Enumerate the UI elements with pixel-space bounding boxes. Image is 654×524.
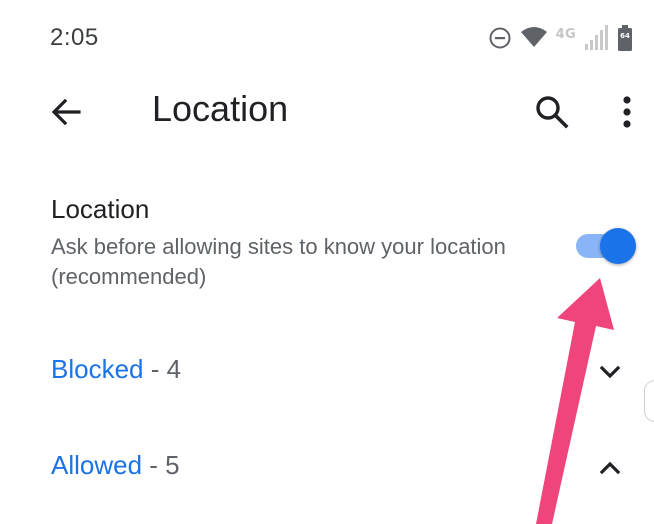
section-count-blocked: 4 — [166, 354, 182, 384]
battery-level: 64 — [620, 32, 630, 40]
blocked-section-header[interactable]: Blocked - 4 — [0, 340, 654, 400]
signal-icon — [584, 25, 610, 51]
battery-icon: 64 — [618, 25, 632, 51]
do-not-disturb-icon — [488, 26, 512, 50]
section-separator: - — [143, 354, 167, 384]
more-vert-icon — [623, 96, 631, 128]
edge-partial-element — [644, 380, 654, 422]
arrow-back-icon — [51, 98, 81, 126]
network-4g-icon: 4G — [555, 26, 576, 42]
status-icons: 4G 64 — [488, 24, 632, 52]
status-time: 2:05 — [50, 24, 99, 51]
section-label: Allowed - 5 — [51, 450, 180, 481]
section-name-blocked: Blocked — [51, 354, 144, 384]
location-setting-row[interactable]: Location Ask before allowing sites to kn… — [0, 190, 654, 300]
more-options-button[interactable] — [612, 90, 642, 134]
allowed-section-header[interactable]: Allowed - 5 — [0, 436, 654, 496]
chevron-down-icon — [599, 365, 621, 379]
back-button[interactable] — [46, 92, 86, 132]
setting-title: Location — [51, 194, 150, 224]
app-bar: Location — [0, 78, 654, 144]
section-separator: - — [142, 450, 166, 480]
setting-summary: Ask before allowing sites to know your l… — [51, 234, 506, 289]
location-toggle[interactable] — [574, 228, 636, 264]
wifi-icon — [520, 26, 548, 50]
status-bar: 2:05 4G 64 — [0, 0, 654, 78]
section-count-allowed: 5 — [165, 450, 180, 480]
chevron-up-icon — [599, 461, 621, 475]
section-name-allowed: Allowed — [51, 450, 143, 480]
search-icon — [536, 96, 569, 129]
search-button[interactable] — [532, 92, 572, 132]
toggle-thumb — [600, 228, 636, 264]
section-label: Blocked - 4 — [51, 354, 181, 385]
page-title: Location — [152, 88, 289, 129]
